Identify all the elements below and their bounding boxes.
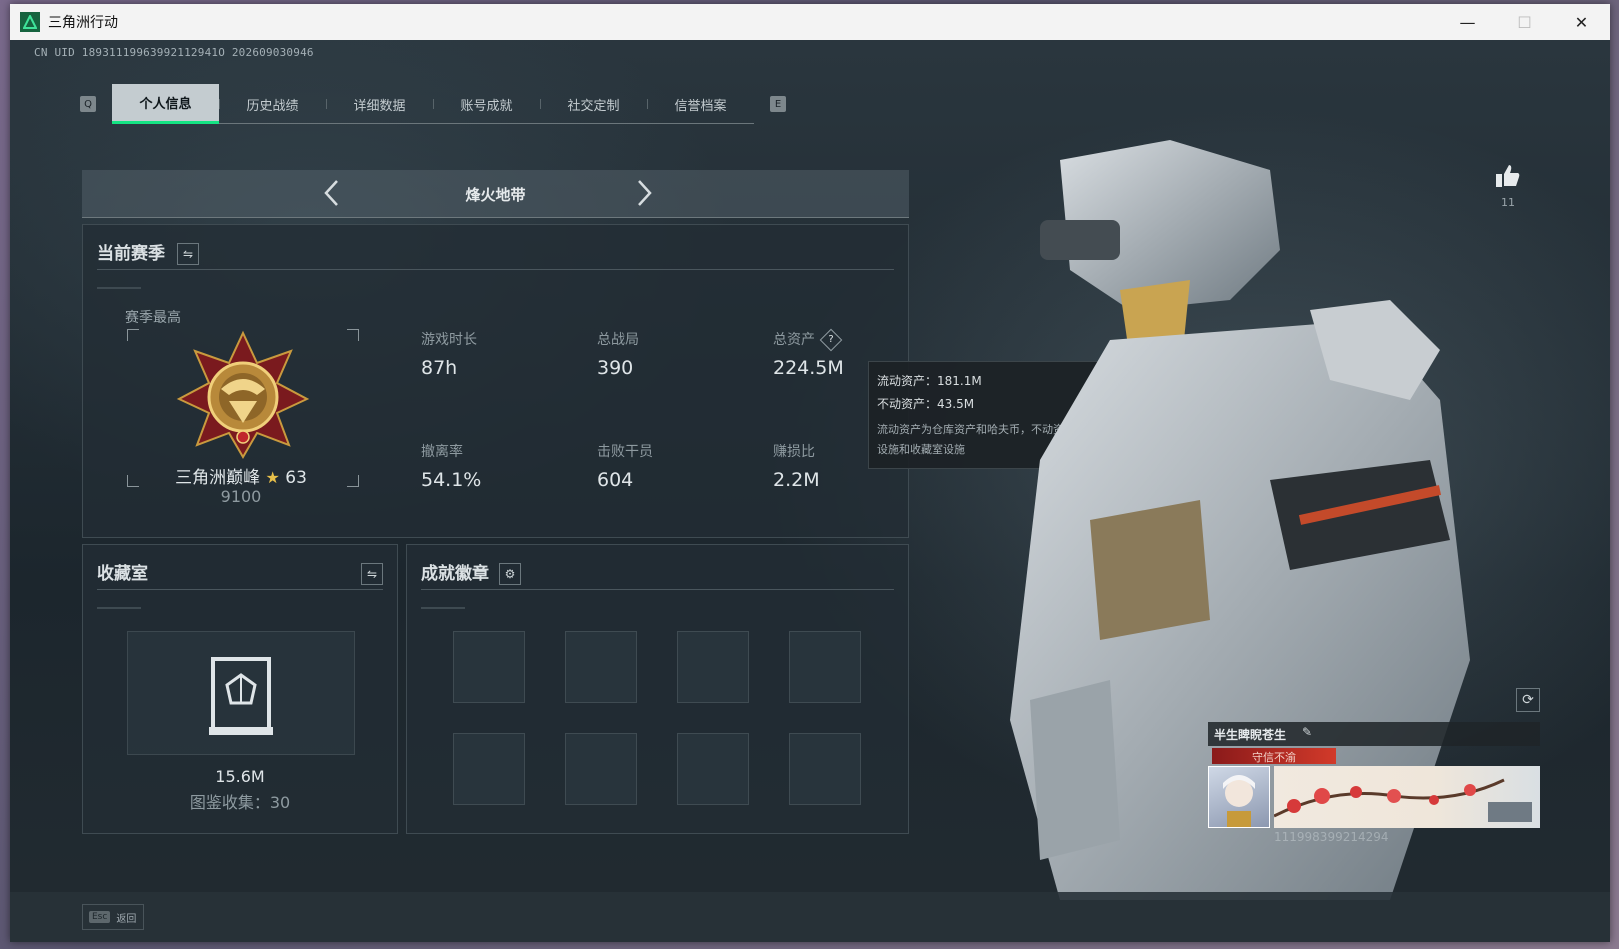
back-button[interactable]: Esc 返回 [82,904,144,930]
tab-navigation: Q 个人信息 历史战绩 详细数据 账号成就 社交定制 信誉档案 E [80,84,786,124]
mode-title: 烽火地带 [465,186,526,204]
season-panel: 当前赛季 ⇋ 赛季最高 三角洲巅峰 ★ 63 9100 游戏时长 87h 总战局… [82,224,909,538]
achievements-panel: 成就徽章 ⚙ [406,544,909,834]
stat-label: 赚损比 [773,444,815,460]
display-case-icon [209,657,273,735]
stat-value: 54.1% [421,469,482,491]
game-screen: CN UID 18931119963992112941O 20260903094… [10,40,1610,942]
thumbs-up-icon [1496,165,1520,187]
badge-slot[interactable] [565,631,637,703]
tab-bar: 个人信息 历史战绩 详细数据 账号成就 社交定制 信誉档案 [112,84,754,124]
window-title: 三角洲行动 [48,15,118,31]
tab-item[interactable]: 历史战绩 [219,84,326,124]
close-button[interactable]: ✕ [1553,4,1610,40]
badge-slot[interactable] [453,631,525,703]
minimize-button[interactable]: — [1439,4,1496,40]
title-bar: 三角洲行动 — ☐ ✕ [10,4,1610,40]
stat-label: 游戏时长 [421,332,477,348]
card-uid: 111998399214294 [1274,830,1389,844]
stat-label: 击败干员 [597,444,653,460]
mode-selector: 烽火地带 [82,170,909,218]
rank-name: 三角洲巅峰 [175,468,261,488]
stat-value: 2.2M [773,469,820,491]
badge-slot[interactable] [677,631,749,703]
season-switch-button[interactable]: ⇋ [177,243,199,265]
collection-panel: 收藏室 ⇋ 15.6M 图鉴收集：30 [82,544,398,834]
gear-icon: ⚙ [504,567,516,581]
card-background [1273,766,1540,828]
stat-total-matches: 总战局 390 [597,329,639,379]
chevron-right-icon [638,180,652,206]
like-count: 11 [1501,196,1515,209]
refresh-button[interactable]: ⟳ [1516,688,1540,712]
stat-value: 390 [597,357,634,379]
stat-value: 604 [597,469,634,491]
badge-slot[interactable] [677,733,749,805]
edit-icon[interactable]: ✎ [1302,725,1312,739]
stat-value: 87h [421,357,458,379]
like-button[interactable]: 11 [1488,164,1528,209]
stat-label: 总资产 ? [773,328,844,352]
tab-item[interactable]: 个人信息 [112,84,219,124]
rank-emblem-icon [176,330,310,459]
player-card[interactable]: 半生睥睨苍生 ✎ 守信不渝 111998399214294 [1208,722,1540,844]
player-motto: 守信不渝 [1252,751,1296,764]
stat-profit-ratio: 赚损比 2.2M [773,441,820,491]
stat-label-text: 总资产 [773,332,815,348]
stat-label: 撤离率 [421,444,463,460]
badge-slot[interactable] [789,631,861,703]
season-title: 当前赛季 [97,244,165,264]
rank-stars: 63 [285,468,307,488]
collection-count: 图鉴收集：30 [189,793,291,812]
prev-tab-key-hint[interactable]: Q [80,96,96,112]
back-label: 返回 [116,913,137,925]
tab-item[interactable]: 社交定制 [540,84,647,124]
next-tab-key-hint[interactable]: E [770,96,786,112]
badge-slot[interactable] [565,733,637,805]
title-banner: 守信不渝 [1212,748,1336,764]
collection-value: 15.6M [215,767,265,786]
achievements-settings-button[interactable]: ⚙ [499,563,521,585]
swap-icon: ⇋ [182,247,194,261]
help-icon-glyph: ? [828,334,835,345]
stat-kills: 击败干员 604 [597,441,653,491]
game-window: 三角洲行动 — ☐ ✕ CN UID 18931119963992112941O… [10,4,1610,942]
stat-label: 总战局 [597,332,639,348]
tab-item[interactable]: 详细数据 [326,84,433,124]
rank-points: 9100 [220,487,262,506]
rank-line: 三角洲巅峰 ★ 63 [125,463,357,488]
stat-value: 224.5M [773,357,844,379]
season-highest-label: 赛季最高 [125,310,181,326]
stat-total-assets: 总资产 ? 224.5M [773,328,844,379]
bottom-bar: Esc 返回 [10,892,1610,942]
nickname-bar: 半生睥睨苍生 ✎ [1208,722,1540,746]
avatar-image [1223,775,1255,827]
maximize-button[interactable]: ☐ [1496,4,1553,40]
refresh-icon: ⟳ [1522,692,1534,708]
player-nickname: 半生睥睨苍生 [1214,728,1287,742]
uid-text: CN UID 18931119963992112941O 20260903094… [34,46,314,59]
plum-blossom-image [1273,778,1532,822]
avatar[interactable] [1208,766,1270,828]
collection-switch-button[interactable]: ⇋ [361,563,383,585]
stat-extraction-rate: 撤离率 54.1% [421,441,481,491]
stat-playtime: 游戏时长 87h [421,329,477,379]
rank-star-icon: ★ [265,468,280,487]
achievements-title: 成就徽章 [421,564,489,584]
help-icon[interactable]: ? [820,328,843,352]
esc-key-hint: Esc [89,911,111,923]
swap-icon: ⇋ [366,567,378,581]
app-logo-icon [20,12,40,32]
badge-slot[interactable] [453,733,525,805]
tab-item[interactable]: 账号成就 [433,84,540,124]
badge-slot[interactable] [789,733,861,805]
next-mode-button[interactable] [634,178,654,216]
tab-item[interactable]: 信誉档案 [647,84,754,124]
collection-title: 收藏室 [97,564,148,584]
